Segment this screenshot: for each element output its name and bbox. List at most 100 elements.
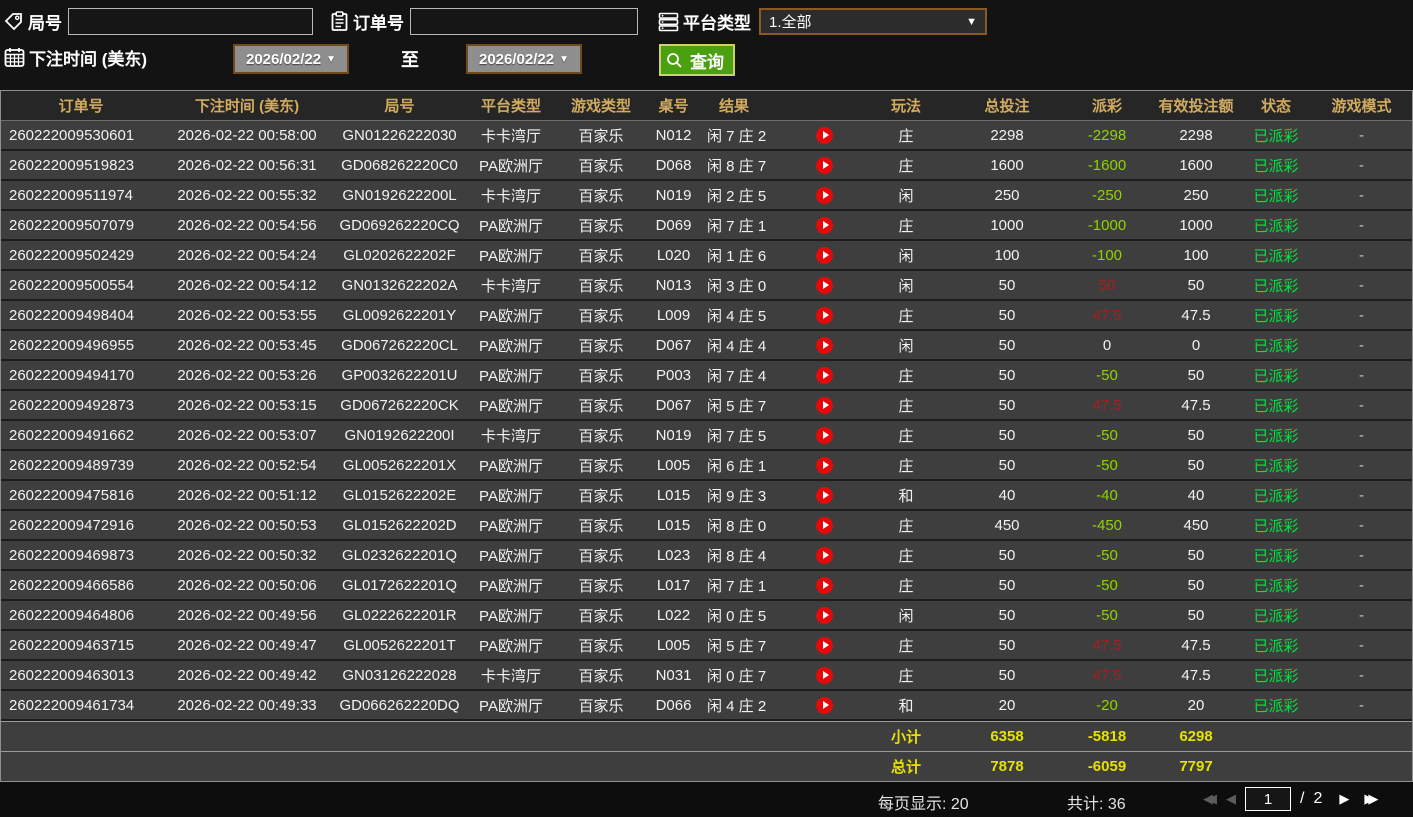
cell-payout: 47.5 [1063, 301, 1151, 329]
next-page-icon[interactable]: ▶ [1339, 787, 1349, 811]
result-text: 闲 0 庄 7 [707, 665, 766, 686]
replay-play-icon[interactable] [816, 667, 833, 684]
cell-table-no: N019 [646, 421, 701, 449]
cell-result: 闲 9 庄 3 [701, 481, 861, 509]
replay-play-icon[interactable] [816, 547, 833, 564]
cell-play-type: 和 [861, 691, 951, 719]
cell-payout: -50 [1063, 571, 1151, 599]
replay-play-icon[interactable] [816, 277, 833, 294]
order-input[interactable] [410, 8, 638, 35]
cell-game-type: 百家乐 [556, 151, 646, 179]
cell-payout: -2298 [1063, 121, 1151, 149]
replay-play-icon[interactable] [816, 187, 833, 204]
cell-bet-time: 2026-02-22 00:50:32 [161, 541, 333, 569]
result-text: 闲 6 庄 1 [707, 455, 766, 476]
replay-play-icon[interactable] [816, 697, 833, 714]
last-page-icon[interactable]: ▶▶ [1364, 787, 1378, 811]
result-text: 闲 8 庄 4 [707, 545, 766, 566]
cell-table-no: D069 [646, 211, 701, 239]
cell-round-no: GN01226222030 [333, 121, 466, 149]
table-row: 260222009463013 2026-02-22 00:49:42 GN03… [1, 661, 1412, 691]
cell-platform-type: PA欧洲厅 [466, 691, 556, 719]
cell-status: 已派彩 [1241, 211, 1311, 239]
replay-play-icon[interactable] [816, 307, 833, 324]
cell-play-type: 和 [861, 481, 951, 509]
cell-result: 闲 6 庄 1 [701, 451, 861, 479]
cell-payout: 47.5 [1063, 391, 1151, 419]
result-text: 闲 3 庄 0 [707, 275, 766, 296]
replay-play-icon[interactable] [816, 247, 833, 264]
replay-play-icon[interactable] [816, 487, 833, 504]
cell-game-mode: - [1311, 301, 1412, 329]
cell-platform-type: PA欧洲厅 [466, 361, 556, 389]
replay-play-icon[interactable] [816, 157, 833, 174]
replay-play-icon[interactable] [816, 427, 833, 444]
cell-status: 已派彩 [1241, 451, 1311, 479]
cell-result: 闲 8 庄 7 [701, 151, 861, 179]
cell-round-no: GL0172622201Q [333, 571, 466, 599]
cell-order-no: 260222009500554 [1, 271, 161, 299]
play-triangle-icon [823, 611, 829, 619]
cell-game-mode: - [1311, 211, 1412, 239]
date-to-button[interactable]: 2026/02/22 ▼ [466, 44, 582, 74]
cell-order-no: 260222009461734 [1, 691, 161, 719]
result-text: 闲 5 庄 7 [707, 635, 766, 656]
play-triangle-icon [823, 461, 829, 469]
col-payout: 派彩 [1063, 91, 1151, 120]
result-text: 闲 7 庄 1 [707, 215, 766, 236]
grand-total-row: 总计 7878 -6059 7797 [1, 751, 1412, 781]
chevron-down-icon: ▼ [559, 54, 569, 65]
grand-total-total-bet: 7878 [951, 752, 1063, 781]
clipboard-icon [330, 11, 349, 32]
cell-valid-bet: 450 [1151, 511, 1241, 539]
cell-total-bet: 50 [951, 361, 1063, 389]
cell-valid-bet: 50 [1151, 421, 1241, 449]
query-button[interactable]: 查询 [659, 44, 735, 76]
replay-play-icon[interactable] [816, 337, 833, 354]
calendar-icon [4, 47, 25, 68]
cell-bet-time: 2026-02-22 00:53:55 [161, 301, 333, 329]
cell-round-no: GL0052622201T [333, 631, 466, 659]
replay-play-icon[interactable] [816, 577, 833, 594]
prev-page-icon[interactable]: ◀ [1226, 787, 1236, 811]
cell-round-no: GN0192622200L [333, 181, 466, 209]
grand-total-payout: -6059 [1063, 752, 1151, 781]
first-page-icon[interactable]: ◀◀ [1203, 787, 1217, 811]
cell-payout: 0 [1063, 331, 1151, 359]
platform-select[interactable]: 1.全部 ▼ [759, 8, 987, 35]
footer-bar: 每页显示: 20 共计: 36 ◀◀ ◀ / 2 ▶ ▶▶ [0, 782, 1413, 817]
cell-payout: -20 [1063, 691, 1151, 719]
page-number-input[interactable] [1245, 787, 1291, 811]
cell-round-no: GL0202622202F [333, 241, 466, 269]
cell-play-type: 庄 [861, 541, 951, 569]
replay-play-icon[interactable] [816, 457, 833, 474]
cell-game-mode: - [1311, 421, 1412, 449]
cell-bet-time: 2026-02-22 00:54:56 [161, 211, 333, 239]
cell-valid-bet: 1600 [1151, 151, 1241, 179]
cell-status: 已派彩 [1241, 481, 1311, 509]
cell-game-type: 百家乐 [556, 181, 646, 209]
replay-play-icon[interactable] [816, 607, 833, 624]
date-from-button[interactable]: 2026/02/22 ▼ [233, 44, 349, 74]
play-triangle-icon [823, 191, 829, 199]
cell-game-mode: - [1311, 151, 1412, 179]
replay-play-icon[interactable] [816, 637, 833, 654]
replay-play-icon[interactable] [816, 517, 833, 534]
cell-total-bet: 50 [951, 421, 1063, 449]
replay-play-icon[interactable] [816, 367, 833, 384]
cell-bet-time: 2026-02-22 00:50:53 [161, 511, 333, 539]
cell-result: 闲 3 庄 0 [701, 271, 861, 299]
cell-valid-bet: 50 [1151, 451, 1241, 479]
cell-status: 已派彩 [1241, 331, 1311, 359]
cell-game-mode: - [1311, 691, 1412, 719]
replay-play-icon[interactable] [816, 397, 833, 414]
play-triangle-icon [823, 371, 829, 379]
subtotal-total-bet: 6358 [951, 722, 1063, 751]
replay-play-icon[interactable] [816, 217, 833, 234]
total-pages: 2 [1313, 790, 1322, 808]
cell-platform-type: PA欧洲厅 [466, 151, 556, 179]
result-text: 闲 4 庄 2 [707, 695, 766, 716]
cell-game-mode: - [1311, 571, 1412, 599]
round-input[interactable] [68, 8, 313, 35]
replay-play-icon[interactable] [816, 127, 833, 144]
